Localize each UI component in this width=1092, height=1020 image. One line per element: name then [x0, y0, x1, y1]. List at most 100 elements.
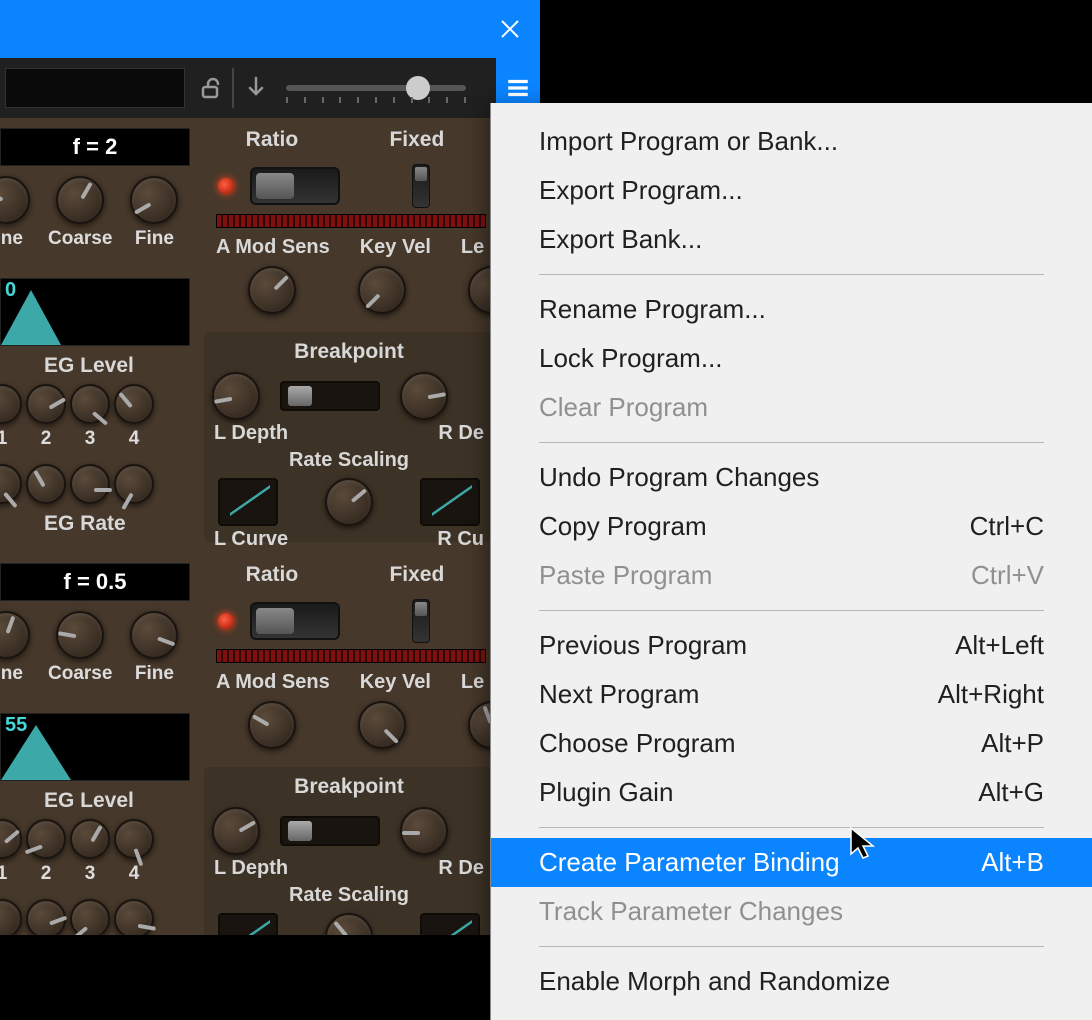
- menu-item-shortcut: Ctrl+C: [970, 511, 1044, 542]
- r-depth-knob[interactable]: [400, 807, 448, 855]
- arrow-button[interactable]: [236, 58, 276, 118]
- a-mod-sens-knob[interactable]: [248, 701, 296, 749]
- close-icon: [498, 17, 522, 41]
- l-curve-box[interactable]: [218, 478, 278, 526]
- level-knob[interactable]: [468, 701, 490, 749]
- level-label: Le: [461, 236, 484, 259]
- fine-knob[interactable]: [130, 176, 178, 224]
- eg-level-2-knob[interactable]: [26, 819, 66, 859]
- key-vel-knob[interactable]: [358, 701, 406, 749]
- slider-track: [286, 85, 466, 91]
- menu-item-export-program[interactable]: Export Program...: [491, 166, 1092, 215]
- eg-rate-1-knob[interactable]: [0, 899, 22, 935]
- envelope-display[interactable]: 0: [0, 278, 190, 346]
- envelope-display[interactable]: 55: [0, 713, 190, 781]
- level-meter: [216, 649, 486, 663]
- r m-depth-knob[interactable]: [400, 372, 448, 420]
- ratio-led: [218, 178, 234, 194]
- r-curve-label: R Cu: [437, 528, 484, 551]
- ratio-section: Ratio Fixed: [200, 563, 490, 643]
- eg-rate-2-knob[interactable]: [26, 899, 66, 935]
- menu-item-track-parameter-changes: Track Parameter Changes: [491, 887, 1092, 936]
- gain-slider[interactable]: [286, 85, 486, 91]
- eg-level-3-knob[interactable]: [70, 819, 110, 859]
- knob-label: une: [0, 663, 23, 685]
- eg-level-2-knob[interactable]: [26, 384, 66, 424]
- menu-item-label: Create Parameter Binding: [539, 847, 840, 878]
- eg-level-1-knob[interactable]: [0, 384, 22, 424]
- breakpoint-slider[interactable]: [280, 381, 380, 411]
- frequency-display: f = 2: [0, 128, 190, 166]
- r-curve-box[interactable]: [420, 913, 480, 935]
- eg-rate-1-knob[interactable]: [0, 464, 22, 504]
- breakpoint-slider[interactable]: [280, 816, 380, 846]
- menu-item-create-parameter-binding[interactable]: Create Parameter BindingAlt+B: [491, 838, 1092, 887]
- coarse-knob[interactable]: [56, 611, 104, 659]
- menu-item-paste-program: Paste ProgramCtrl+V: [491, 551, 1092, 600]
- menu-item-enable-morph-and-randomize[interactable]: Enable Morph and Randomize: [491, 957, 1092, 1006]
- level-knob[interactable]: [468, 266, 490, 314]
- detune-knob[interactable]: [0, 611, 30, 659]
- l-depth-knob[interactable]: [212, 807, 260, 855]
- menu-item-label: Lock Program...: [539, 343, 723, 374]
- coarse-knob[interactable]: [56, 176, 104, 224]
- eg-level-label: EG Level: [44, 789, 134, 813]
- eg-rate-4-knob[interactable]: [114, 899, 154, 935]
- r-depth-label: R De: [438, 422, 484, 445]
- eg-rate-4-knob[interactable]: [114, 464, 154, 504]
- plugin-toolbar: [0, 58, 540, 118]
- l-depth-knob[interactable]: [212, 372, 260, 420]
- eg-level-1-knob[interactable]: [0, 819, 22, 859]
- plugin-body: f = 2 Ratio Fixed une Coarse Fine A Mod …: [0, 118, 490, 935]
- preset-name-field[interactable]: [5, 68, 185, 108]
- vertical-switch[interactable]: [412, 164, 430, 208]
- r-curve-box[interactable]: [420, 478, 480, 526]
- menu-item-label: Next Program: [539, 679, 699, 710]
- menu-item-import-program-or-bank[interactable]: Import Program or Bank...: [491, 117, 1092, 166]
- l-depth-label: L Depth: [214, 422, 288, 445]
- menu-item-lock-program[interactable]: Lock Program...: [491, 334, 1092, 383]
- eg-level-4-knob[interactable]: [114, 819, 154, 859]
- hamburger-icon: [505, 75, 531, 101]
- key-vel-knob[interactable]: [358, 266, 406, 314]
- menu-item-rename-program[interactable]: Rename Program...: [491, 285, 1092, 334]
- eg-level-3-knob[interactable]: [70, 384, 110, 424]
- menu-item-label: Export Program...: [539, 175, 743, 206]
- eg-rate-2-knob[interactable]: [26, 464, 66, 504]
- fixed-label: Fixed: [389, 563, 444, 587]
- knob-label: Coarse: [48, 663, 112, 685]
- eg-rate-3-knob[interactable]: [70, 464, 110, 504]
- eg-level-4-knob[interactable]: [114, 384, 154, 424]
- a-mod-sens-knob[interactable]: [248, 266, 296, 314]
- envelope-shape: [1, 290, 61, 345]
- menu-item-next-program[interactable]: Next ProgramAlt+Right: [491, 670, 1092, 719]
- knob-label: une: [0, 228, 23, 250]
- menu-item-export-bank[interactable]: Export Bank...: [491, 215, 1092, 264]
- knob-label: Fine: [135, 663, 174, 685]
- menu-item-previous-program[interactable]: Previous ProgramAlt+Left: [491, 621, 1092, 670]
- rate-scaling-knob[interactable]: [325, 913, 373, 935]
- knob-label: 3: [85, 428, 96, 450]
- ratio-led: [218, 613, 234, 629]
- ratio-fixed-switch[interactable]: [250, 167, 340, 205]
- menu-item-undo-program-changes[interactable]: Undo Program Changes: [491, 453, 1092, 502]
- envelope-shape: [1, 725, 71, 780]
- ratio-label: Ratio: [246, 563, 299, 587]
- menu-item-choose-program[interactable]: Choose ProgramAlt+P: [491, 719, 1092, 768]
- menu-item-copy-program[interactable]: Copy ProgramCtrl+C: [491, 502, 1092, 551]
- lock-button[interactable]: [190, 58, 230, 118]
- menu-item-plugin-gain[interactable]: Plugin GainAlt+G: [491, 768, 1092, 817]
- breakpoint-label: Breakpoint: [212, 340, 486, 364]
- fine-knob[interactable]: [130, 611, 178, 659]
- close-button[interactable]: [480, 0, 540, 58]
- a-mod-sens-label: A Mod Sens: [216, 236, 330, 259]
- rate-scaling-knob[interactable]: [325, 478, 373, 526]
- vertical-switch[interactable]: [412, 599, 430, 643]
- menu-item-clear-program: Clear Program: [491, 383, 1092, 432]
- l-curve-box[interactable]: [218, 913, 278, 935]
- fixed-label: Fixed: [389, 128, 444, 152]
- menu-item-label: Choose Program: [539, 728, 736, 759]
- detune-knob[interactable]: [0, 176, 30, 224]
- eg-rate-3-knob[interactable]: [70, 899, 110, 935]
- ratio-fixed-switch[interactable]: [250, 602, 340, 640]
